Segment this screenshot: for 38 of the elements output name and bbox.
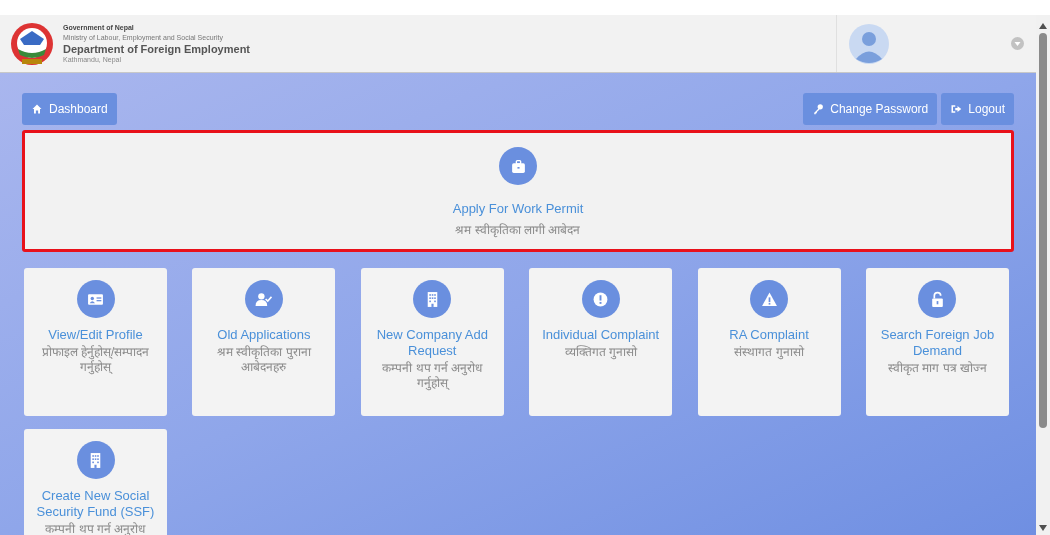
card-title: RA Complaint [729,327,809,343]
menu-card[interactable]: Individual Complaint व्यक्तिगत गुनासो [529,268,673,416]
menu-card[interactable]: New Company Add Request कम्पनी थप गर्न अनुरोध गर्नुहोस् [360,268,504,416]
card-title: Individual Complaint [542,327,660,343]
card-title: Old Applications [217,327,311,343]
avatar-icon [849,23,889,64]
scroll-down-icon[interactable] [1039,525,1047,531]
card-subtitle: श्रम स्वीकृतिका लागी आबेदन [455,221,581,239]
exclamation-icon [592,290,610,308]
change-password-button[interactable]: Change Password [803,93,938,125]
card-subtitle: व्यक्तिगत गुनासो [564,345,637,360]
dashboard-button[interactable]: Dashboard [22,93,117,125]
logout-button[interactable]: Logout [941,93,1014,125]
scroll-up-icon[interactable] [1039,23,1047,29]
dropdown-icon[interactable] [1011,37,1024,50]
scrollbar[interactable] [1036,15,1050,535]
menu-card[interactable]: RA Complaint संस्थागत गुनासो [697,268,841,416]
apply-work-permit-card[interactable]: Apply For Work Permit श्रम स्वीकृतिका लागी आबेदन [22,130,1014,252]
card-subtitle: कम्पनी थप गर्न अनुरोध गर्नुहोस् [381,361,484,391]
card-subtitle: संस्थागत गुनासो [734,345,804,360]
menu-card[interactable]: Old Applications श्रम स्वीकृतिका पुराना आबेदनहरु [192,268,336,416]
card-title: New Company Add Request [375,327,489,359]
menu-card[interactable]: View/Edit Profile प्रोफाइल हेर्नुहोस्/सम्पादन गर्नुहोस् [24,268,167,416]
home-icon [31,103,43,115]
briefcase-icon [509,157,527,175]
key-icon [812,103,825,115]
card-subtitle: श्रम स्वीकृतिका पुराना आबेदनहरु [216,345,312,375]
card-title: View/Edit Profile [48,327,143,343]
menu-card[interactable]: Search Foreign Job Demand स्वीकृत माग पत्र खोज्न [865,268,1009,416]
warning-icon [760,290,778,308]
logout-icon [950,103,963,115]
card-title: Apply For Work Permit [452,200,584,218]
card-subtitle: प्रोफाइल हेर्नुहोस्/सम्पादन गर्नुहोस् [40,345,151,375]
card-subtitle: स्वीकृत माग पत्र खोज्न [887,361,987,376]
card-title: Create New Social Security Fund (SSF) [35,488,156,520]
department-title: Department of Foreign Employment [63,42,251,55]
card-title: Search Foreign Job Demand [879,327,996,359]
user-check-icon [255,290,273,308]
